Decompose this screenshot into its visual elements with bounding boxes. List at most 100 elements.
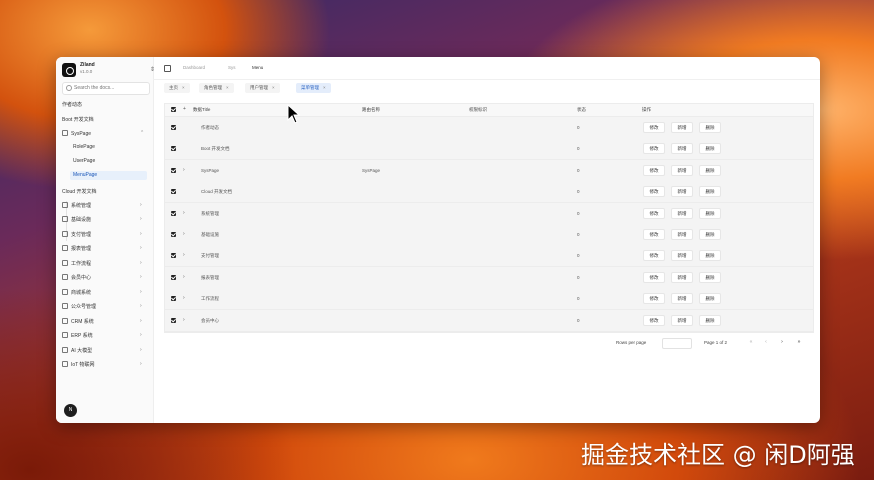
edit-button[interactable]: 修改 [643, 293, 665, 305]
row-checkbox[interactable] [171, 167, 176, 173]
header-route[interactable]: 路由名称 [362, 107, 380, 113]
sidebar-item-erp[interactable]: ERP 系统 [62, 332, 93, 339]
chevron-right-icon[interactable]: › [183, 210, 185, 216]
sidebar-toggle-icon[interactable] [164, 65, 171, 72]
edit-button[interactable]: 修改 [643, 186, 665, 198]
edit-button[interactable]: 修改 [643, 271, 665, 283]
edit-button[interactable]: 修改 [643, 143, 665, 155]
sidebar-item-payment[interactable]: 支付管理 [62, 231, 91, 238]
tab-user[interactable]: 用户管理 × [245, 83, 280, 93]
row-checkbox[interactable] [171, 189, 176, 195]
add-button[interactable]: 新增 [671, 207, 693, 219]
rows-per-page-select[interactable] [662, 338, 692, 349]
row-checkbox[interactable] [171, 210, 176, 216]
tab-menu[interactable]: 菜单管理 × [296, 83, 331, 93]
row-checkbox[interactable] [171, 296, 176, 302]
edit-button[interactable]: 修改 [643, 207, 665, 219]
add-button[interactable]: 新增 [671, 250, 693, 262]
edit-button[interactable]: 修改 [643, 250, 665, 262]
sidebar-item-ai[interactable]: AI 大模型 [62, 347, 92, 354]
close-icon[interactable]: × [226, 85, 229, 90]
edit-button[interactable]: 修改 [643, 164, 665, 176]
sidebar-item-mall[interactable]: 商城系统 [62, 289, 91, 296]
select-all-checkbox[interactable] [171, 107, 176, 112]
header-title[interactable]: 数据Title [193, 107, 210, 113]
row-checkbox[interactable] [171, 146, 176, 152]
expand-all-icon[interactable]: + [183, 106, 186, 112]
header-status[interactable]: 状态 [577, 107, 586, 113]
sidebar-item-iot[interactable]: IoT 物联网 [62, 361, 95, 368]
sidebar-item-label: 系统管理 [71, 203, 92, 209]
delete-button[interactable]: 删除 [699, 250, 721, 262]
chevron-right-icon[interactable]: › [183, 252, 185, 258]
sidebar-item-label: 公众号管理 [71, 304, 97, 310]
first-page-icon[interactable]: « [746, 337, 756, 347]
add-button[interactable]: 新增 [671, 186, 693, 198]
chevron-right-icon[interactable]: › [183, 295, 185, 301]
sidebar-item-rolepage[interactable]: RolePage [70, 143, 147, 152]
sidebar-item-mp[interactable]: 公众号管理 [62, 303, 96, 310]
sidebar-item-author-news[interactable]: 作者动态 [62, 101, 82, 108]
sidebar-item-infra[interactable]: 基础设施 [62, 216, 91, 223]
delete-button[interactable]: 删除 [699, 186, 721, 198]
row-checkbox[interactable] [171, 317, 176, 323]
search-box[interactable] [62, 82, 150, 95]
delete-button[interactable]: 删除 [699, 143, 721, 155]
row-route: SysPage [362, 167, 381, 173]
sidebar-item-label: 支付管理 [71, 232, 92, 238]
close-icon[interactable]: × [323, 85, 326, 90]
chevron-right-icon[interactable]: › [183, 167, 185, 173]
row-checkbox[interactable] [171, 253, 176, 259]
close-icon[interactable]: × [272, 85, 275, 90]
edit-button[interactable]: 修改 [643, 314, 665, 326]
workspace-switcher[interactable]: Ziland v1.0.0 ⇕ [62, 62, 155, 78]
breadcrumb-item[interactable]: Dashboard [183, 65, 205, 70]
add-button[interactable]: 新增 [671, 122, 693, 133]
delete-button[interactable]: 删除 [699, 229, 721, 240]
sidebar-item-menupage[interactable]: MenuPage [70, 171, 147, 180]
sidebar-item-report[interactable]: 报表管理 [62, 245, 91, 252]
last-page-icon[interactable]: » [794, 337, 804, 347]
tab-role[interactable]: 角色管理 × [199, 83, 234, 93]
add-button[interactable]: 新增 [671, 271, 693, 283]
breadcrumb-item[interactable]: Sys [228, 65, 236, 70]
sidebar-item-member[interactable]: 会员中心 [62, 274, 91, 281]
header-permission[interactable]: 权限标识 [469, 107, 487, 113]
sidebar-item-crm[interactable]: CRM 系统 [62, 318, 94, 325]
delete-button[interactable]: 删除 [699, 271, 721, 283]
sidebar-item-syspage[interactable]: SysPage [62, 130, 91, 137]
sidebar-item-label: SysPage [71, 131, 92, 137]
delete-button[interactable]: 删除 [699, 293, 721, 305]
sidebar-item-userpage[interactable]: UserPage [70, 157, 147, 166]
sidebar-item-boot-docs[interactable]: Boot 开发文档 [62, 116, 94, 123]
prev-page-icon[interactable]: ‹ [761, 337, 771, 347]
sidebar-item-cloud-docs[interactable]: Cloud 开发文档 [62, 188, 96, 195]
avatar[interactable]: N [64, 404, 77, 417]
row-checkbox[interactable] [171, 274, 176, 280]
tab-home[interactable]: 主页 × [164, 83, 190, 93]
search-input[interactable] [74, 84, 146, 92]
add-button[interactable]: 新增 [671, 314, 693, 326]
sidebar-item-label: ERP 系统 [71, 333, 93, 339]
delete-button[interactable]: 删除 [699, 207, 721, 219]
edit-button[interactable]: 修改 [643, 229, 665, 240]
sidebar-item-system[interactable]: 系统管理 [62, 202, 91, 209]
chevron-right-icon[interactable]: › [183, 231, 185, 237]
row-title: 基础设施 [201, 232, 219, 237]
row-checkbox[interactable] [171, 125, 176, 130]
edit-button[interactable]: 修改 [643, 122, 665, 133]
delete-button[interactable]: 删除 [699, 314, 721, 326]
add-button[interactable]: 新增 [671, 293, 693, 305]
tab-label: 角色管理 [204, 85, 222, 90]
chevron-right-icon[interactable]: › [183, 274, 185, 280]
row-checkbox[interactable] [171, 232, 176, 237]
add-button[interactable]: 新增 [671, 143, 693, 155]
next-page-icon[interactable]: › [777, 337, 787, 347]
add-button[interactable]: 新增 [671, 164, 693, 176]
delete-button[interactable]: 删除 [699, 122, 721, 133]
close-icon[interactable]: × [182, 85, 185, 90]
delete-button[interactable]: 删除 [699, 164, 721, 176]
chevron-right-icon[interactable]: › [183, 317, 185, 323]
sidebar-item-workflow[interactable]: 工作流程 [62, 260, 91, 267]
add-button[interactable]: 新增 [671, 229, 693, 240]
